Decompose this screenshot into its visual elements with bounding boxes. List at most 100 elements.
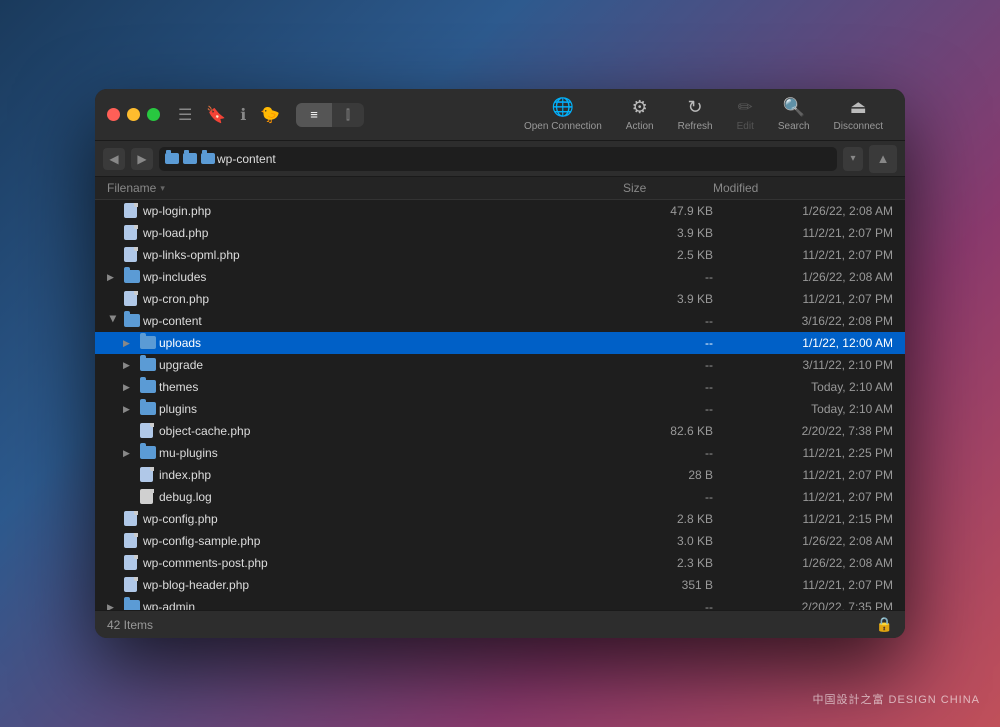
breadcrumb-item-current[interactable]: wp-content	[201, 152, 276, 166]
action-btn[interactable]: ⚙ Action	[616, 93, 664, 136]
expand-arrow[interactable]: ▶	[107, 602, 119, 611]
path-dropdown-btn[interactable]: ▾	[843, 147, 863, 171]
table-row[interactable]: debug.log--11/2/21, 2:07 PM	[95, 486, 905, 508]
table-row[interactable]: wp-blog-header.php 351 B11/2/21, 2:07 PM	[95, 574, 905, 596]
file-size: --	[623, 402, 713, 416]
file-date: 11/2/21, 2:07 PM	[713, 248, 893, 262]
expand-arrow[interactable]: ▶	[123, 404, 135, 415]
item-count: 42 Items	[107, 618, 153, 632]
expand-arrow[interactable]: ▶	[123, 382, 135, 393]
file-date: 2/20/22, 7:38 PM	[713, 424, 893, 438]
folder-icon	[124, 599, 138, 610]
table-row[interactable]: wp-login.php47.9 KB1/26/22, 2:08 AM	[95, 200, 905, 222]
history-icon[interactable]: 🐤	[260, 105, 280, 125]
file-name: wp-admin	[143, 600, 195, 610]
toolbar: 🌐 Open Connection ⚙ Action ↻ Refresh ✏ E…	[514, 93, 893, 136]
file-name: wp-login.php	[143, 204, 211, 218]
folder-icon	[124, 269, 138, 285]
file-size: --	[623, 380, 713, 394]
file-date: 11/2/21, 2:07 PM	[713, 490, 893, 504]
open-connection-btn[interactable]: 🌐 Open Connection	[514, 93, 612, 136]
modified-col-label: Modified	[713, 181, 758, 195]
breadcrumb-item-home[interactable]	[165, 153, 179, 164]
expand-arrow[interactable]: ▶	[123, 360, 135, 371]
list-view-icon[interactable]: ☰	[178, 105, 192, 125]
table-row[interactable]: wp-comments-post.php2.3 KB1/26/22, 2:08 …	[95, 552, 905, 574]
search-btn[interactable]: 🔍 Search	[768, 93, 820, 136]
file-size: --	[623, 336, 713, 350]
size-column-header[interactable]: Size	[623, 181, 713, 195]
table-row[interactable]: ▶mu-plugins--11/2/21, 2:25 PM	[95, 442, 905, 464]
file-date: 3/11/22, 2:10 PM	[713, 358, 893, 372]
expand-arrow[interactable]: ▶	[107, 272, 119, 283]
file-icon	[124, 291, 138, 307]
expand-arrow[interactable]: ▶	[108, 315, 119, 327]
file-date: Today, 2:10 AM	[713, 402, 893, 416]
folder-icon	[140, 379, 154, 395]
file-date: 1/26/22, 2:08 AM	[713, 204, 893, 218]
bookmark-icon[interactable]: 🔖	[206, 105, 226, 125]
search-label: Search	[778, 121, 810, 132]
forward-btn[interactable]: ▶	[131, 148, 153, 170]
list-view-btn[interactable]: ≡	[296, 103, 332, 127]
file-date: 2/20/22, 7:35 PM	[713, 600, 893, 610]
file-size: 351 B	[623, 578, 713, 592]
folder-icon	[140, 357, 154, 373]
table-row[interactable]: wp-config-sample.php3.0 KB1/26/22, 2:08 …	[95, 530, 905, 552]
edit-label: Edit	[737, 121, 754, 132]
file-date: 11/2/21, 2:07 PM	[713, 226, 893, 240]
breadcrumb[interactable]: wp-content	[159, 147, 837, 171]
disconnect-btn[interactable]: ⏏ Disconnect	[824, 93, 893, 136]
table-row[interactable]: wp-load.php3.9 KB11/2/21, 2:07 PM	[95, 222, 905, 244]
file-name: upgrade	[159, 358, 203, 372]
table-row[interactable]: wp-config.php2.8 KB11/2/21, 2:15 PM	[95, 508, 905, 530]
expand-arrow[interactable]: ▶	[123, 448, 135, 459]
view-toggle: ≡ ⫿	[296, 103, 364, 127]
file-date: 11/2/21, 2:07 PM	[713, 578, 893, 592]
titlebar-icons: ☰ 🔖 ℹ 🐤	[178, 105, 280, 125]
file-icon	[124, 247, 138, 263]
file-name: object-cache.php	[159, 424, 250, 438]
file-date: 11/2/21, 2:07 PM	[713, 468, 893, 482]
table-row[interactable]: index.php28 B11/2/21, 2:07 PM	[95, 464, 905, 486]
file-name: wp-includes	[143, 270, 206, 284]
filename-col-label: Filename	[107, 181, 156, 195]
minimize-button[interactable]	[127, 108, 140, 121]
close-button[interactable]	[107, 108, 120, 121]
traffic-lights	[107, 108, 160, 121]
table-row[interactable]: ▶uploads--1/1/22, 12:00 AM	[95, 332, 905, 354]
table-row[interactable]: ▶themes--Today, 2:10 AM	[95, 376, 905, 398]
file-size: 2.8 KB	[623, 512, 713, 526]
statusbar: 42 Items 🔒	[95, 610, 905, 638]
file-date: 11/2/21, 2:15 PM	[713, 512, 893, 526]
file-name: wp-blog-header.php	[143, 578, 249, 592]
edit-btn[interactable]: ✏ Edit	[727, 93, 764, 136]
table-row[interactable]: ▶wp-admin--2/20/22, 7:35 PM	[95, 596, 905, 610]
table-row[interactable]: object-cache.php82.6 KB2/20/22, 7:38 PM	[95, 420, 905, 442]
file-icon	[124, 533, 138, 549]
refresh-btn[interactable]: ↻ Refresh	[668, 93, 723, 136]
table-row[interactable]: wp-cron.php3.9 KB11/2/21, 2:07 PM	[95, 288, 905, 310]
table-row[interactable]: wp-links-opml.php2.5 KB11/2/21, 2:07 PM	[95, 244, 905, 266]
up-dir-btn[interactable]: ▲	[869, 145, 897, 173]
file-icon	[140, 423, 154, 439]
expand-arrow[interactable]: ▶	[123, 338, 135, 349]
file-date: 1/1/22, 12:00 AM	[713, 336, 893, 350]
table-row[interactable]: ▶upgrade--3/11/22, 2:10 PM	[95, 354, 905, 376]
maximize-button[interactable]	[147, 108, 160, 121]
file-size: 2.3 KB	[623, 556, 713, 570]
breadcrumb-item-folder1[interactable]	[183, 153, 197, 164]
file-name: wp-links-opml.php	[143, 248, 240, 262]
file-size: --	[623, 270, 713, 284]
table-row[interactable]: ▶wp-content--3/16/22, 2:08 PM	[95, 310, 905, 332]
table-row[interactable]: ▶wp-includes--1/26/22, 2:08 AM	[95, 266, 905, 288]
column-view-btn[interactable]: ⫿	[332, 103, 364, 127]
filename-column-header[interactable]: Filename ▾	[107, 181, 623, 195]
file-name: index.php	[159, 468, 211, 482]
back-btn[interactable]: ◀	[103, 148, 125, 170]
file-name: themes	[159, 380, 198, 394]
info-icon[interactable]: ℹ	[240, 105, 246, 125]
modified-column-header[interactable]: Modified	[713, 181, 893, 195]
folder-icon	[140, 401, 154, 417]
table-row[interactable]: ▶plugins--Today, 2:10 AM	[95, 398, 905, 420]
